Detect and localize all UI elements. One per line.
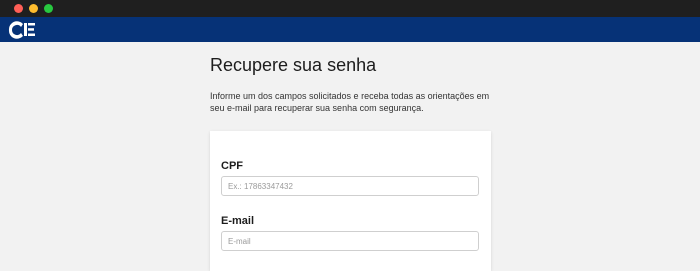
page-title: Recupere sua senha [210,55,377,75]
page-description: Informe um dos campos solicitados e rece… [210,91,490,113]
maximize-window-button[interactable] [44,4,53,13]
recovery-form-card: CPF E-mail [210,131,491,271]
email-field[interactable] [221,231,479,251]
window-titlebar [0,0,700,17]
close-window-button[interactable] [14,4,23,13]
minimize-window-button[interactable] [29,4,38,13]
email-label: E-mail [221,215,255,227]
app-header [0,17,700,42]
ciee-logo-icon[interactable] [7,20,37,39]
cpf-label: CPF [221,160,243,172]
cpf-field[interactable] [221,176,479,196]
